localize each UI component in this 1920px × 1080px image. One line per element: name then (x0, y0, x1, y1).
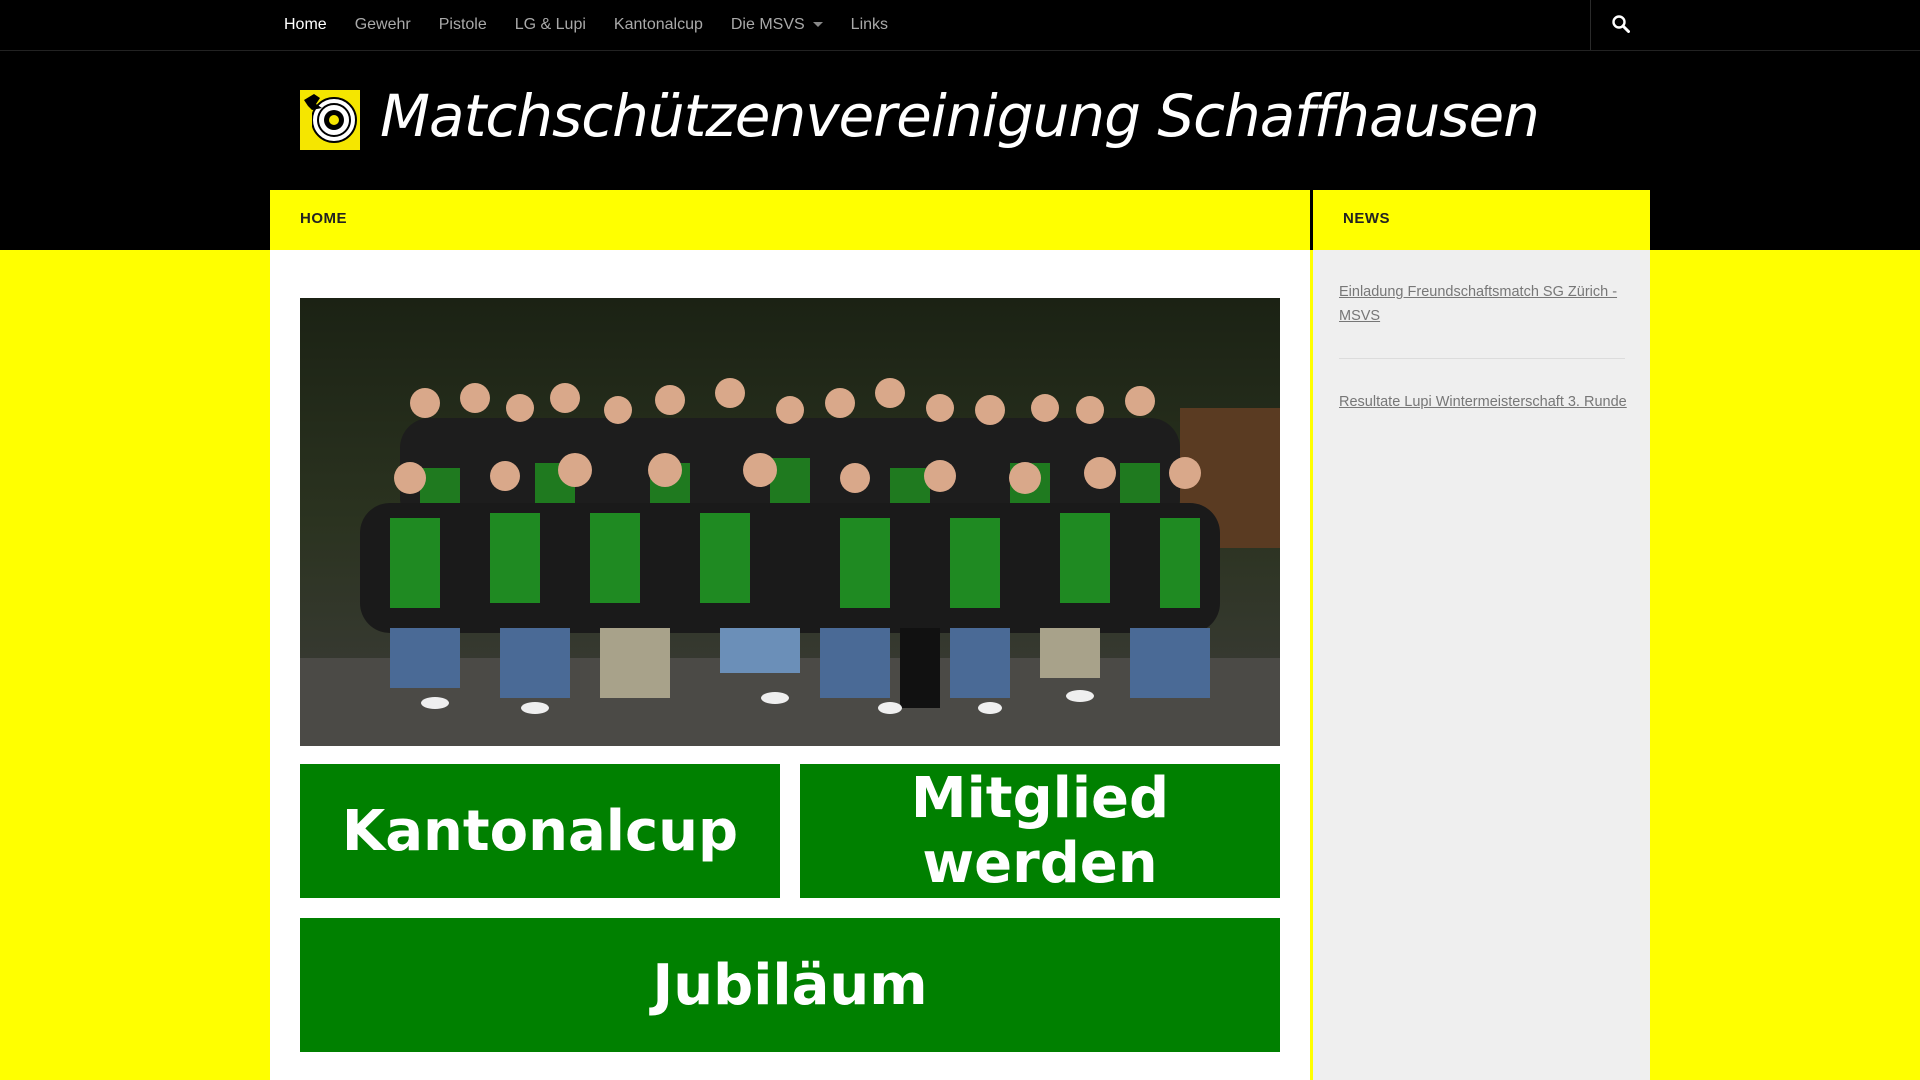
jubilaeum-button[interactable]: Jubiläum (300, 918, 1280, 1052)
search-icon (1612, 15, 1630, 33)
news-post-link[interactable]: Resultate Lupi Wintermeisterschaft 3. Ru… (1339, 390, 1629, 414)
nav-item-die-msvs-label: Die MSVS (730, 16, 805, 33)
club-logo[interactable] (300, 90, 360, 150)
nav-item-die-msvs[interactable]: Die MSVS (717, 0, 837, 50)
news-post-link[interactable]: Einladung Freundschaftsmatch SG Zürich -… (1339, 280, 1629, 328)
chevron-down-icon (812, 22, 823, 28)
page-title: HOME (300, 210, 347, 227)
nav-item-lg-lupi[interactable]: LG & Lupi (501, 0, 600, 50)
nav-item-kantonalcup[interactable]: Kantonalcup (600, 0, 717, 50)
team-photo (300, 298, 1280, 746)
kantonalcup-button[interactable]: Kantonalcup (300, 764, 780, 898)
site-title[interactable]: Matchschützenvereinigung Schaffhausen (380, 82, 1540, 150)
sidebar: NEWS Einladung Freundschaftsmatch SG Zür… (1313, 190, 1650, 1080)
divider (1339, 358, 1625, 359)
main-content: HOME Kantonalcup Mitglied werden Jubiläu… (270, 190, 1310, 1080)
search-button[interactable] (1592, 0, 1650, 50)
nav-item-pistole[interactable]: Pistole (425, 0, 501, 50)
sidebar-title: NEWS (1343, 210, 1390, 227)
sidebar-heading-bar: NEWS (1313, 190, 1650, 250)
top-navbar: Home Gewehr Pistole LG & Lupi Kantonalcu… (0, 0, 1920, 51)
nav-item-home[interactable]: Home (270, 0, 341, 50)
nav-item-links[interactable]: Links (837, 0, 902, 50)
nav-item-gewehr[interactable]: Gewehr (341, 0, 425, 50)
mitglied-werden-button[interactable]: Mitglied werden (800, 764, 1280, 898)
divider (1590, 0, 1591, 50)
page-heading-bar: HOME (270, 190, 1310, 250)
main-menu: Home Gewehr Pistole LG & Lupi Kantonalcu… (270, 0, 902, 50)
